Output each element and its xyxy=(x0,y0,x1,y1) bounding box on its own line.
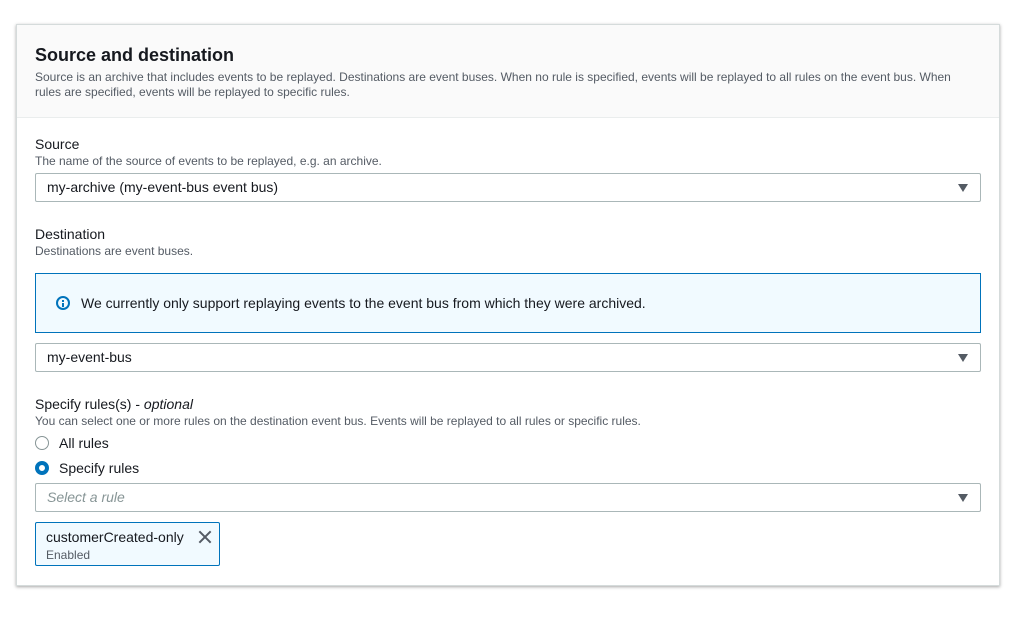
radio-label: Specify rules xyxy=(59,460,140,476)
destination-description: Destinations are event buses. xyxy=(35,244,194,258)
source-label: Source xyxy=(35,136,80,152)
radio-label: All rules xyxy=(59,435,109,451)
caret-down-icon xyxy=(958,354,968,362)
radio-all-rules[interactable]: All rules xyxy=(35,435,109,451)
source-destination-panel: Source and destination Source is an arch… xyxy=(16,24,1000,586)
rule-select[interactable]: Select a rule xyxy=(35,483,981,512)
caret-down-icon xyxy=(958,494,968,502)
panel-description: Source is an archive that includes event… xyxy=(35,70,951,99)
token-status: Enabled xyxy=(46,548,91,562)
caret-down-icon xyxy=(958,184,968,192)
token-name: customerCreated-only xyxy=(46,529,184,545)
info-alert-text: We currently only support replaying even… xyxy=(81,295,646,311)
rules-label-text: Specify rules(s) xyxy=(35,396,132,412)
radio-button[interactable] xyxy=(35,461,49,475)
rules-label: Specify rules(s) - optional xyxy=(35,396,193,413)
close-icon[interactable] xyxy=(197,529,213,545)
panel-title: Source and destination xyxy=(35,45,235,65)
selected-rule-token: customerCreated-only Enabled xyxy=(35,522,220,566)
panel-header: Source and destination Source is an arch… xyxy=(17,25,999,118)
destination-select-value: my-event-bus xyxy=(47,349,132,365)
radio-button[interactable] xyxy=(35,436,49,450)
source-select[interactable]: my-archive (my-event-bus event bus) xyxy=(35,173,981,202)
source-select-value: my-archive (my-event-bus event bus) xyxy=(47,179,279,195)
optional-tag: optional xyxy=(143,396,193,412)
destination-select[interactable]: my-event-bus xyxy=(35,343,981,372)
radio-specify-rules[interactable]: Specify rules xyxy=(35,460,139,476)
info-alert: We currently only support replaying even… xyxy=(35,273,981,333)
rules-label-separator: - xyxy=(131,396,144,412)
rule-select-placeholder: Select a rule xyxy=(47,489,125,505)
info-icon xyxy=(56,296,70,310)
rules-description: You can select one or more rules on the … xyxy=(35,414,641,428)
destination-label: Destination xyxy=(35,226,106,242)
source-description: The name of the source of events to be r… xyxy=(35,154,382,168)
